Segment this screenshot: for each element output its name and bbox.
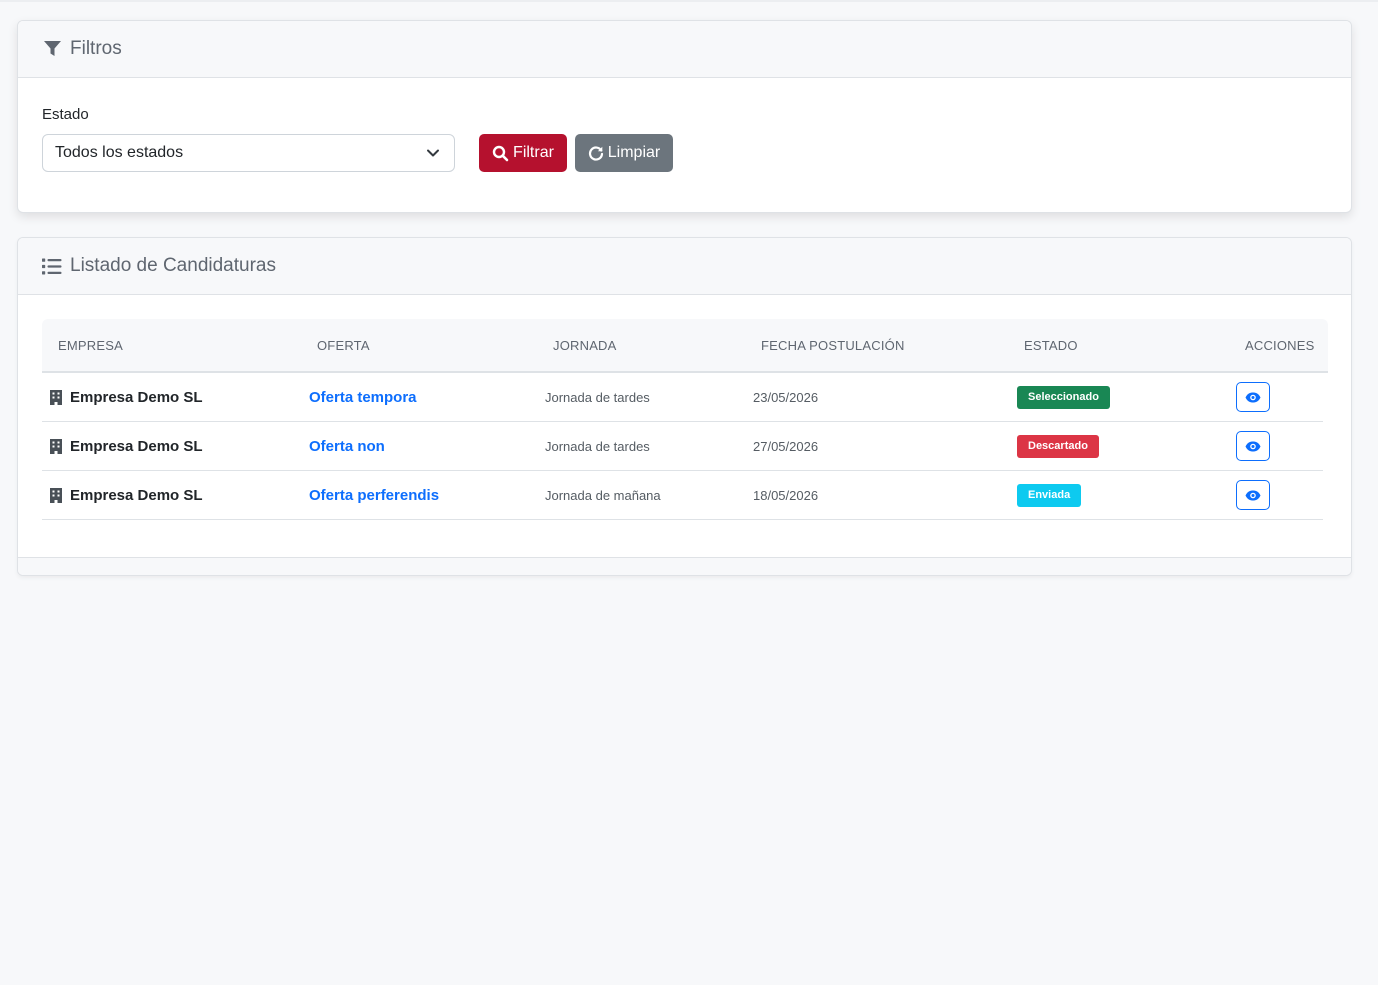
filter-button-label: Filtrar (513, 144, 554, 161)
empresa-name: Empresa Demo SL (70, 437, 203, 455)
eye-icon (1245, 441, 1261, 452)
jornada-cell: Jornada de mañana (545, 487, 661, 503)
oferta-link[interactable]: Oferta perferendis (309, 487, 439, 504)
filters-title: Filtros (70, 38, 122, 59)
filter-icon (42, 39, 62, 59)
building-icon (50, 487, 70, 503)
clear-button[interactable]: Limpiar (575, 134, 673, 172)
status-badge: Descartado (1017, 434, 1099, 458)
acciones-cell (1236, 373, 1270, 421)
column-estado: ESTADO (1024, 338, 1078, 353)
oferta-cell: Oferta perferendis (309, 471, 439, 519)
status-badge: Seleccionado (1017, 385, 1110, 409)
oferta-cell: Oferta tempora (309, 373, 417, 421)
listing-title: Listado de Candidaturas (70, 255, 276, 276)
fecha-cell: 27/05/2026 (753, 438, 819, 454)
chevron-down-icon (426, 146, 440, 160)
status-badge: Enviada (1017, 483, 1082, 507)
empresa-name: Empresa Demo SL (70, 388, 203, 406)
table-row: Empresa Demo SL Oferta non Jornada de ta… (42, 422, 1323, 471)
jornada-cell: Jornada de tardes (545, 438, 650, 454)
column-jornada: JORNADA (553, 338, 617, 353)
empresa-name: Empresa Demo SL (70, 486, 203, 504)
column-acciones: ACCIONES (1245, 338, 1315, 353)
listing-footer (18, 557, 1351, 575)
filter-button[interactable]: Filtrar (479, 134, 567, 172)
acciones-cell (1236, 422, 1270, 470)
refresh-icon (588, 145, 608, 161)
view-button[interactable] (1236, 480, 1270, 510)
table-row: Empresa Demo SL Oferta perferendis Jorna… (42, 471, 1323, 520)
empresa-cell: Empresa Demo SL (50, 471, 203, 519)
view-button[interactable] (1236, 382, 1270, 412)
candidaturas-table: EMPRESA OFERTA JORNADA FECHA POSTULACIÓN… (42, 319, 1328, 520)
list-icon (42, 256, 62, 276)
building-icon (50, 438, 70, 454)
fecha-cell: 23/05/2026 (753, 389, 819, 405)
listing-card: Listado de Candidaturas EMPRESA OFERTA J… (17, 237, 1352, 576)
estado-cell: Enviada (1017, 471, 1082, 519)
column-empresa: EMPRESA (58, 338, 123, 353)
estado-label: Estado (42, 106, 89, 123)
oferta-link[interactable]: Oferta non (309, 438, 385, 455)
clear-button-label: Limpiar (607, 144, 661, 161)
view-button[interactable] (1236, 431, 1270, 461)
top-border (0, 0, 1378, 2)
oferta-link[interactable]: Oferta tempora (309, 389, 417, 406)
estado-select[interactable]: Todos los estados (42, 134, 455, 172)
building-icon (50, 389, 70, 405)
column-oferta: OFERTA (317, 338, 370, 353)
table-header: EMPRESA OFERTA JORNADA FECHA POSTULACIÓN… (42, 319, 1328, 373)
estado-cell: Descartado (1017, 422, 1099, 470)
estado-cell: Seleccionado (1017, 373, 1110, 421)
eye-icon (1245, 392, 1261, 403)
oferta-cell: Oferta non (309, 422, 385, 470)
table-row: Empresa Demo SL Oferta tempora Jornada d… (42, 373, 1323, 422)
jornada-cell: Jornada de tardes (545, 389, 650, 405)
fecha-cell: 18/05/2026 (753, 487, 819, 503)
filters-card: Filtros Estado Todos los estados Filtrar… (17, 20, 1352, 213)
listing-header: Listado de Candidaturas (18, 238, 1351, 295)
empresa-cell: Empresa Demo SL (50, 422, 203, 470)
estado-select-value: Todos los estados (55, 144, 184, 161)
column-fecha: FECHA POSTULACIÓN (761, 338, 905, 353)
empresa-cell: Empresa Demo SL (50, 373, 203, 421)
acciones-cell (1236, 471, 1270, 519)
filters-header: Filtros (18, 21, 1351, 78)
search-icon (492, 145, 513, 162)
eye-icon (1245, 490, 1261, 501)
